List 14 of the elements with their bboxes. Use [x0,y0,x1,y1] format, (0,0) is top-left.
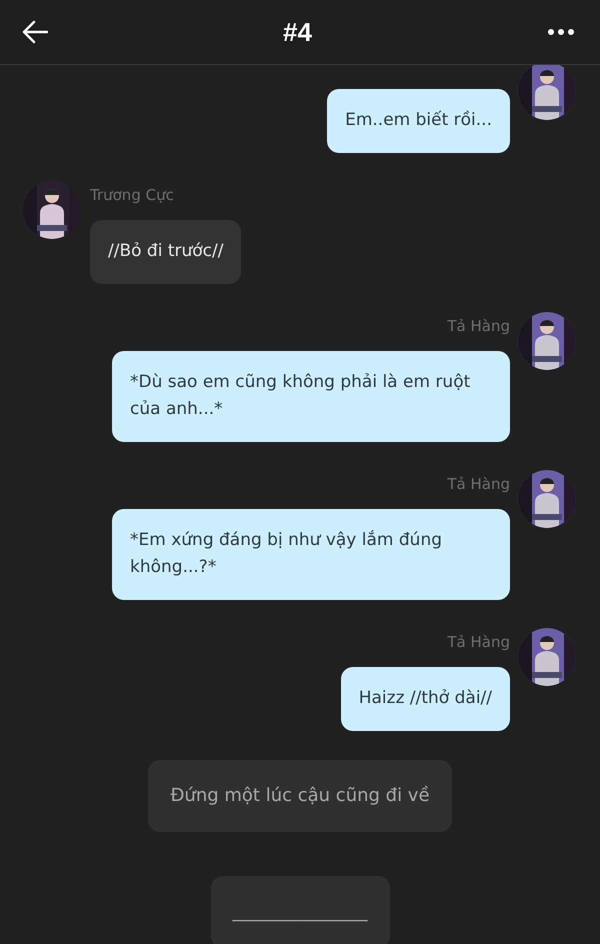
chat-title: #4 [283,16,312,48]
message-bubble: *Dù sao em cũng không phải là em ruột của anh...* [112,351,510,442]
narration-bubble: Đứng một lúc cậu cũng đi về [148,760,452,832]
back-arrow-icon[interactable] [22,20,48,44]
more-options-icon[interactable] [546,28,575,36]
message-bubble: Haizz //thở dài// [340,667,510,731]
message-bubble: *Em xứng đáng bị như vậy lắm đúng không...?* [112,509,510,600]
narration-bubble: _______________ [210,876,390,944]
sender-name: Tả Hàng [447,632,510,653]
sender-name: Tả Hàng [447,316,510,337]
sender-name: Tả Hàng [447,474,510,495]
message-bubble: Em..em biết rồi... [327,89,510,153]
message-bubble: //Bỏ đi trước// [90,220,242,284]
sender-name: Trương Cực [90,185,174,206]
